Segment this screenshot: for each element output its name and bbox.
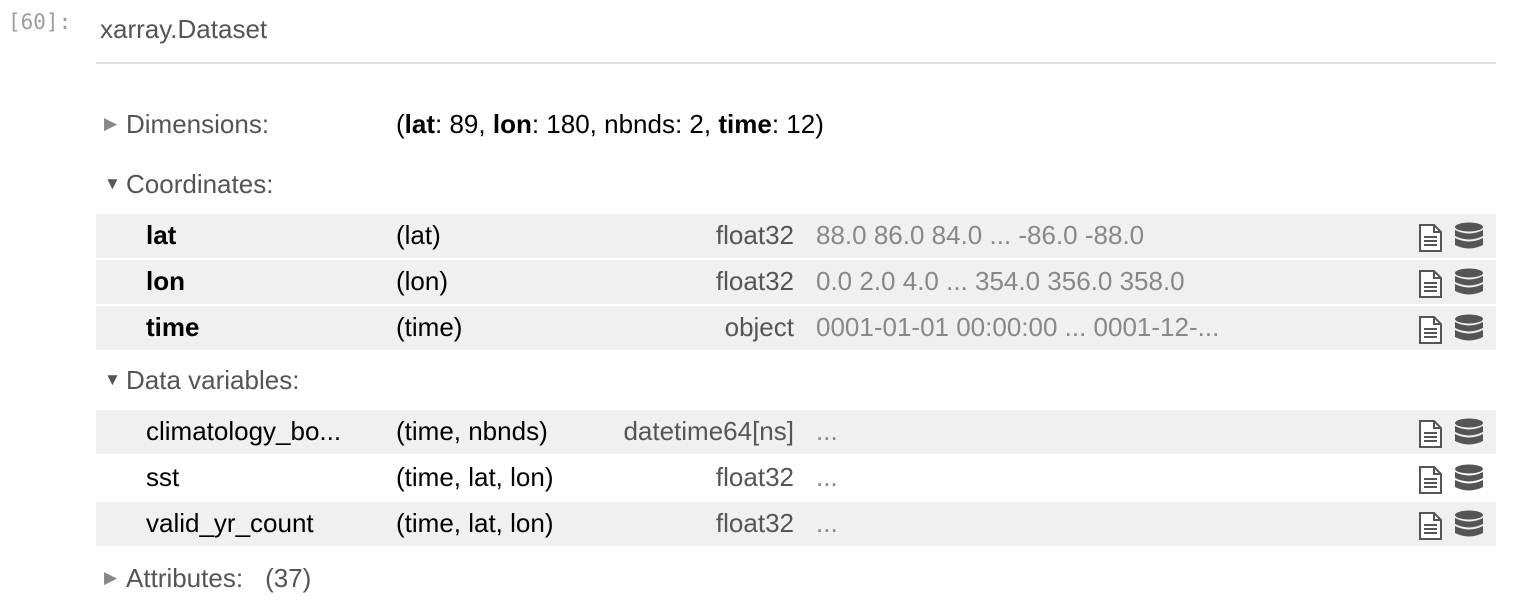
dim-name-nbnds: nbnds [604,108,675,139]
var-preview[interactable]: 0.0 2.0 4.0 ... 354.0 356.0 358.0 [816,266,1356,297]
file-text-icon[interactable] [1417,316,1443,344]
dimensions-list: (lat: 89, lon: 180, nbnds: 2, time: 12) [396,109,824,140]
var-preview[interactable]: 0001-01-01 00:00:00 ... 0001-12-... [816,312,1356,343]
database-icon[interactable] [1454,314,1484,344]
database-icon[interactable] [1454,268,1484,298]
database-icon[interactable] [1454,464,1484,494]
var-dtype: float32 [715,508,794,538]
dim-name-lat: lat [404,108,436,139]
dim-name-lon: lon [492,108,532,139]
file-text-icon[interactable] [1417,420,1443,448]
coord-row: lon (lon) float32 0.0 2.0 4.0 ... 354.0 … [96,260,1496,304]
dim-value-time: : 12 [771,108,816,139]
collapse-arrow-icon: ▼ [104,370,121,389]
database-icon[interactable] [1454,222,1484,252]
file-text-icon[interactable] [1417,224,1443,252]
attributes-count: (37) [265,562,312,593]
data-var-row: climatology_bo... (time, nbnds) datetime… [96,410,1496,454]
dim-value-nbnds: : 2 [674,108,704,139]
section-attributes-toggle[interactable]: ▶ Attributes: (37) [96,563,311,594]
collapse-arrow-icon: ▼ [104,174,121,193]
section-dimensions-toggle[interactable]: ▶ Dimensions: [96,109,269,140]
database-icon[interactable] [1454,510,1484,540]
var-preview[interactable]: ... [816,508,1356,539]
var-dtype: datetime64[ns] [623,416,794,446]
section-dimensions-title: Dimensions: [126,108,270,139]
var-name: lon [146,266,185,296]
file-text-icon[interactable] [1417,270,1443,298]
var-name: sst [146,462,180,492]
data-var-row: sst (time, lat, lon) float32 ... [96,456,1496,500]
section-coordinates-toggle[interactable]: ▼ Coordinates: [96,169,273,200]
dim-separator: , [703,108,719,139]
var-dims: (lat) [396,220,441,250]
coord-row: time (time) object 0001-01-01 00:00:00 .… [96,306,1496,350]
file-text-icon[interactable] [1417,466,1443,494]
var-name: valid_yr_count [146,508,314,538]
var-dtype: float32 [715,220,794,250]
dataset-repr: xarray.Dataset ▶ Dimensions: (lat: 89, l… [96,0,1496,593]
section-dimensions[interactable]: ▶ Dimensions: (lat: 89, lon: 180, nbnds:… [96,104,1496,144]
dim-value-lon: : 180 [531,108,590,139]
section-attributes[interactable]: ▶ Attributes: (37) [96,558,1496,598]
dims-open-paren: ( [396,108,405,139]
repr-header: xarray.Dataset [96,0,1496,64]
object-type: xarray.Dataset [100,14,268,44]
dim-name-time: time [718,108,772,139]
dim-separator: , [478,108,493,139]
section-attributes-title: Attributes: [126,562,244,593]
dim-separator: , [589,108,605,139]
var-name: climatology_bo... [146,416,342,446]
data-var-row: valid_yr_count (time, lat, lon) float32 … [96,502,1496,546]
var-dtype: object [724,312,794,342]
section-coordinates[interactable]: ▼ Coordinates: [96,164,1496,204]
var-preview[interactable]: ... [816,416,1356,447]
coord-row: lat (lat) float32 88.0 86.0 84.0 ... -86… [96,214,1496,258]
dim-value-lat: : 89 [435,108,479,139]
var-dims: (time, lat, lon) [396,462,554,492]
expand-arrow-icon: ▶ [104,568,118,587]
section-coordinates-title: Coordinates: [126,168,274,199]
section-data-variables[interactable]: ▼ Data variables: [96,360,1496,400]
var-dims: (lon) [396,266,449,296]
cell-prompt: [60]: [8,10,72,34]
file-text-icon[interactable] [1417,512,1443,540]
var-dtype: float32 [715,462,794,492]
var-dims: (time) [396,312,463,342]
section-data-variables-title: Data variables: [126,364,300,395]
database-icon[interactable] [1454,418,1484,448]
var-dtype: float32 [715,266,794,296]
var-dims: (time, nbnds) [396,416,548,446]
expand-arrow-icon: ▶ [104,114,118,133]
var-dims: (time, lat, lon) [396,508,554,538]
var-preview[interactable]: 88.0 86.0 84.0 ... -86.0 -88.0 [816,220,1356,251]
var-preview[interactable]: ... [816,462,1356,493]
section-data-variables-toggle[interactable]: ▼ Data variables: [96,365,299,396]
dims-close-paren: ) [815,108,824,139]
var-name: lat [146,220,177,250]
var-name: time [146,312,200,342]
